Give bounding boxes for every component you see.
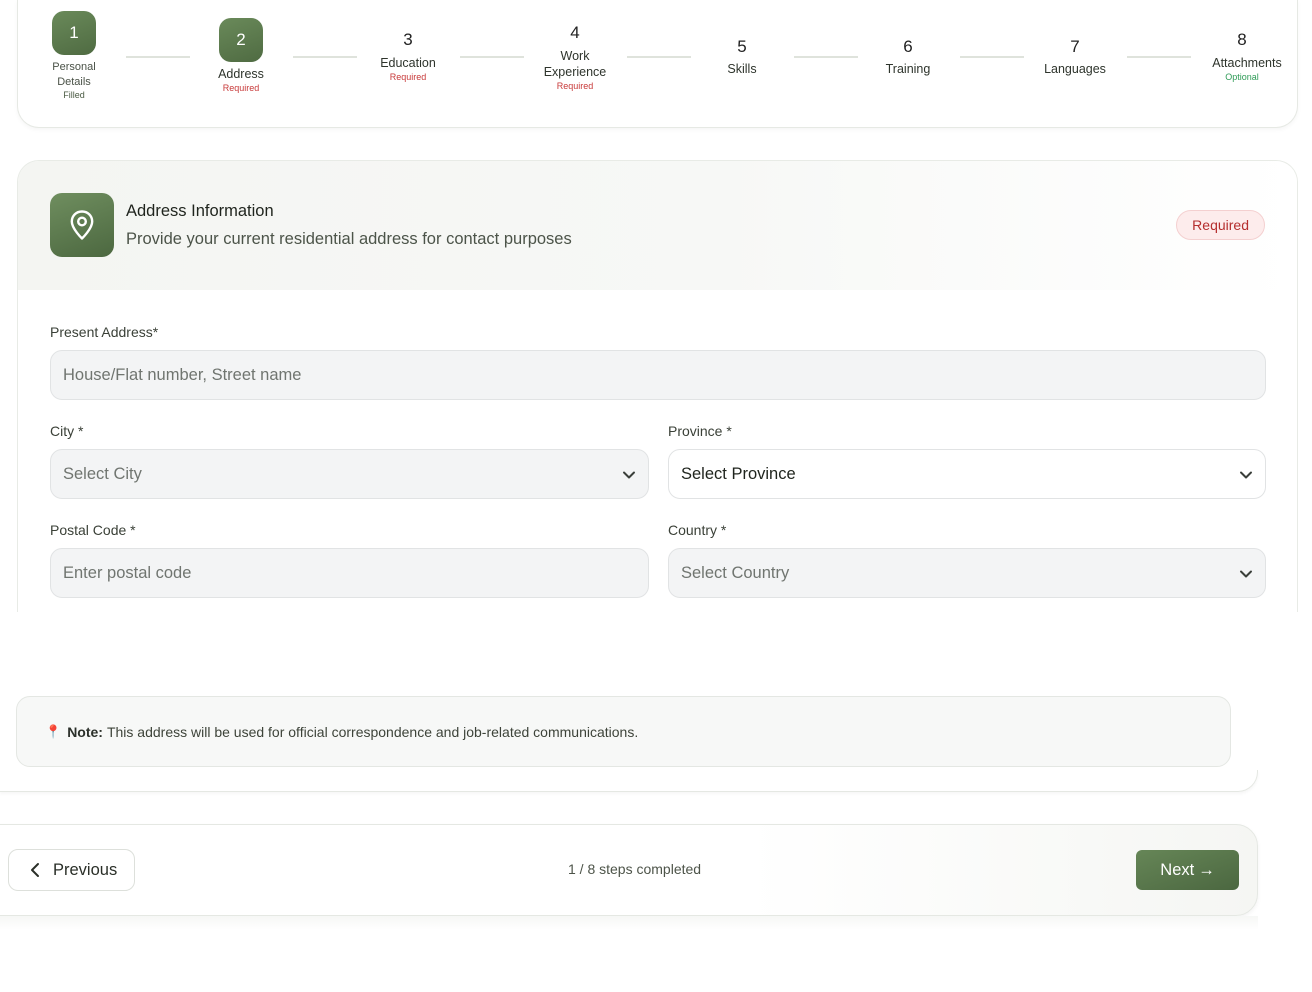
step-connector [627,56,691,58]
section-title: Address Information [126,202,274,220]
present-address-input[interactable]: House/Flat number, Street name [50,350,1266,400]
step-number: 1 [52,11,96,55]
nav-shadow [0,916,1258,930]
step-work-experience[interactable]: 4 Work Experience Required [520,23,630,92]
step-label: Work Experience [543,49,607,79]
step-connector [960,56,1024,58]
chevron-down-icon [1240,471,1252,479]
province-label: Province * [668,423,732,439]
city-label: City * [50,423,84,439]
chevron-left-icon [31,863,39,877]
note-text: This address will be used for official c… [106,723,639,740]
country-select[interactable]: Select Country [668,548,1266,598]
section-subtitle: Provide your current residential address… [126,230,572,248]
step-number: 8 [1237,30,1247,49]
step-status: Optional [1225,72,1259,82]
pin-icon: 📍 [45,723,62,739]
step-status: Required [389,72,427,82]
step-status: Required [222,83,260,93]
postal-code-input[interactable]: Enter postal code [50,548,649,598]
steps-progress-text: 1 / 8 steps completed [568,861,702,877]
previous-button-label: Previous [53,860,118,879]
step-status: Filled [63,90,85,100]
step-number: 6 [903,37,913,56]
next-button[interactable]: Next → [1136,850,1239,890]
section-header: Address Information Provide your current… [18,161,1297,290]
step-number: 7 [1070,37,1080,56]
step-label: Education [380,56,436,70]
step-label: Languages [1044,62,1106,76]
step-languages[interactable]: 7 Languages [1020,37,1130,77]
step-status: Required [556,81,594,91]
address-section-card: Address Information Provide your current… [17,160,1298,612]
country-select-value: Select Country [681,563,790,582]
step-label: Training [885,62,931,76]
chevron-down-icon [1240,570,1252,578]
step-address[interactable]: 2 Address Required [186,18,296,94]
map-pin-icon [50,193,114,257]
province-select[interactable]: Select Province [668,449,1266,499]
step-skills[interactable]: 5 Skills [687,37,797,77]
city-select[interactable]: Select City [50,449,649,499]
postal-code-label: Postal Code * [50,522,136,538]
chevron-down-icon [623,471,635,479]
country-label: Country * [668,522,727,538]
step-number: 4 [570,23,580,42]
next-button-label: Next [1160,860,1195,879]
city-select-value: Select City [63,464,142,483]
step-label: Personal Details [52,61,96,88]
note-label: Note: [67,723,103,740]
step-attachments[interactable]: 8 Attachments Optional [1187,30,1297,83]
step-label: Address [218,67,264,81]
present-address-label: Present Address* [50,324,159,340]
required-badge: Required [1176,210,1265,240]
step-number: 3 [403,30,413,49]
step-number: 2 [219,18,263,62]
postal-code-placeholder: Enter postal code [63,563,192,582]
province-select-value: Select Province [681,464,796,483]
previous-button[interactable]: Previous [8,849,135,891]
step-training[interactable]: 6 Training [853,37,963,77]
step-education[interactable]: 3 Education Required [353,30,463,83]
arrow-right-icon: → [1198,860,1215,879]
step-label: Skills [727,62,757,76]
stepper-card: 1 Personal Details Filled 2 Address Requ… [17,0,1298,128]
step-personal-details[interactable]: 1 Personal Details Filled [19,11,129,101]
step-number: 5 [737,37,747,56]
note-box: 📍 Note: This address will be used for of… [16,696,1231,767]
step-label: Attachments [1212,56,1282,70]
step-connector [126,56,190,58]
step-connector [1127,56,1191,58]
step-connector [460,56,524,58]
step-connector [794,56,858,58]
step-connector [293,56,357,58]
present-address-placeholder: House/Flat number, Street name [63,365,302,384]
card-bottom-edge [0,770,1258,792]
